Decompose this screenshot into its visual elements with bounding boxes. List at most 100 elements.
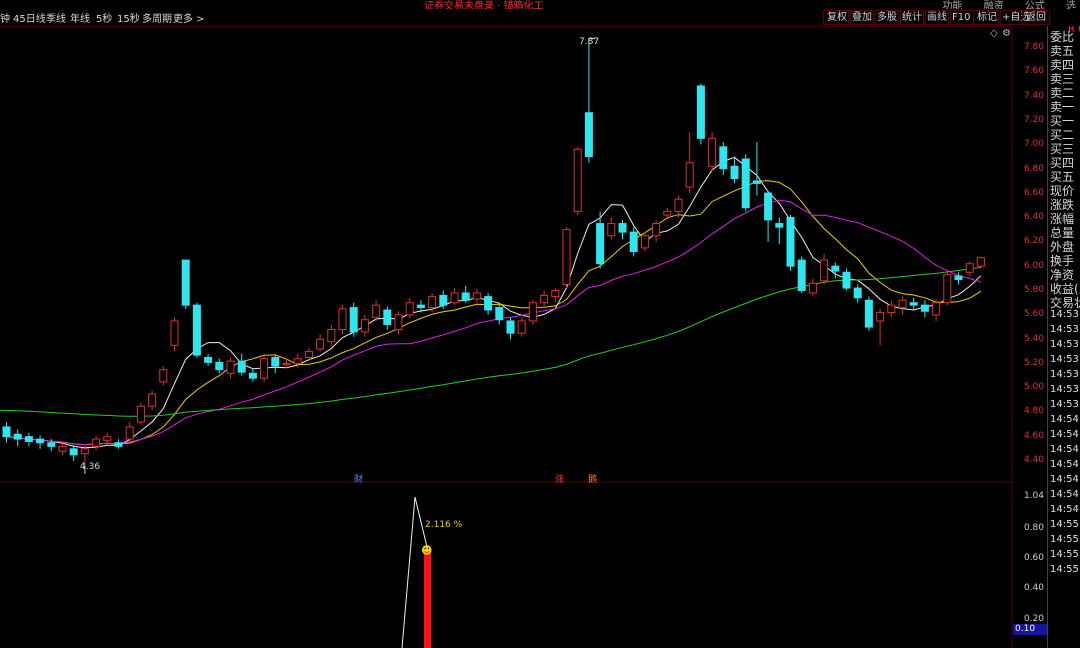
- candle-up: [573, 148, 582, 212]
- candle-down: [596, 223, 605, 265]
- period-more[interactable]: 更多 >: [173, 10, 205, 25]
- period-15s[interactable]: 15秒: [117, 10, 140, 25]
- candle-down: [920, 304, 929, 312]
- price-tick: 5.00: [1023, 382, 1044, 392]
- candle-down: [584, 112, 593, 158]
- candle-up: [528, 302, 537, 322]
- menu-item-margin[interactable]: 融资: [984, 1, 1004, 9]
- price-tick: 7.60: [1023, 66, 1044, 76]
- candle-up: [92, 438, 101, 447]
- indicator-tick: 0.40: [1023, 583, 1044, 593]
- indicator-tick: 0.80: [1023, 523, 1044, 533]
- candle-up: [898, 299, 907, 309]
- menu-item-select[interactable]: 选: [1066, 1, 1076, 9]
- price-tick: 6.80: [1023, 164, 1044, 174]
- event-up-marker[interactable]: 鹅: [588, 472, 597, 485]
- candle-down: [248, 372, 257, 379]
- period-year[interactable]: 年线: [70, 10, 90, 25]
- candle-up: [472, 292, 481, 300]
- trade-time: 14:53: [1050, 354, 1079, 365]
- candle-down: [741, 158, 750, 209]
- candle-up: [708, 137, 717, 167]
- candle-down: [215, 361, 224, 371]
- price-tick: 6.60: [1023, 188, 1044, 198]
- settings-icon[interactable]: ⚙: [1002, 28, 1011, 39]
- ma-long-line: [0, 266, 981, 417]
- candle-up: [820, 259, 829, 282]
- overlay-button[interactable]: 叠加: [848, 10, 876, 25]
- candle-up: [80, 448, 89, 455]
- period-quarter[interactable]: 季线: [46, 10, 66, 25]
- trade-time: 14:53: [1050, 309, 1079, 320]
- candle-down: [506, 320, 515, 334]
- smiley-icon: ☻: [421, 544, 433, 557]
- stats-button[interactable]: 统计: [898, 10, 926, 25]
- candles-layer: [2, 37, 985, 474]
- candle-down: [954, 275, 963, 281]
- candle-down: [204, 357, 213, 363]
- candle-up: [551, 290, 560, 298]
- menu-item-function[interactable]: 功能: [942, 1, 962, 9]
- candle-up: [517, 320, 526, 334]
- candle-up: [148, 393, 157, 407]
- indicator-bar: [424, 551, 431, 648]
- f10-button[interactable]: F10: [948, 10, 975, 25]
- candle-up: [405, 302, 414, 316]
- draw-line-button[interactable]: 画线: [923, 10, 951, 25]
- diamond-icon[interactable]: ◇: [990, 28, 998, 39]
- candle-down: [439, 294, 448, 306]
- event-rise-marker[interactable]: 涨: [555, 472, 564, 485]
- candle-down: [237, 360, 246, 373]
- trade-time: 14:54: [1050, 474, 1079, 485]
- candle-down: [864, 299, 873, 328]
- candle-up: [932, 302, 941, 316]
- candle-up: [428, 296, 437, 309]
- trade-time: 14:53: [1050, 384, 1079, 395]
- candle-up: [652, 223, 661, 237]
- candle-down: [114, 442, 123, 447]
- candle-up: [663, 210, 672, 216]
- multi-stock-button[interactable]: 多股: [873, 10, 901, 25]
- candlestick-chart[interactable]: ◇ ⚙: [0, 26, 1013, 648]
- candle-down: [786, 216, 795, 267]
- candle-up: [159, 369, 168, 383]
- indicator-tick: 0.20: [1023, 614, 1044, 624]
- trade-time: 14:54: [1050, 504, 1079, 515]
- candle-up: [943, 274, 952, 304]
- period-45day[interactable]: 45日线: [13, 10, 46, 25]
- price-tick: 5.20: [1023, 358, 1044, 368]
- candle-down: [629, 231, 638, 253]
- trade-time: 14:54: [1050, 444, 1079, 455]
- candle-down: [495, 307, 504, 321]
- candle-down: [13, 433, 22, 440]
- back-button[interactable]: 返回: [1022, 10, 1050, 25]
- top-menu[interactable]: 功能 融资 公式 选: [924, 0, 1076, 9]
- event-finance-marker[interactable]: 财: [354, 472, 363, 485]
- candle-up: [685, 162, 694, 188]
- chart-frame: [0, 26, 1013, 648]
- price-tick: 6.00: [1023, 261, 1044, 271]
- candle-up: [562, 229, 571, 285]
- candle-up: [674, 198, 683, 212]
- period-5s[interactable]: 5秒: [96, 10, 112, 25]
- candle-down: [192, 304, 201, 356]
- trade-time: 14:55: [1050, 564, 1079, 575]
- candle-down: [461, 292, 470, 301]
- candle-down: [696, 85, 705, 139]
- price-tick: 7.80: [1023, 42, 1044, 52]
- candle-up: [103, 436, 112, 441]
- quote-panel: R 00 委比 卖五 卖四 卖三 卖二 卖一 买一 买二 买三 买四 买五 现价…: [1047, 26, 1080, 648]
- adjust-button[interactable]: 复权: [823, 10, 851, 25]
- candle-down: [618, 223, 627, 233]
- candle-down: [2, 426, 11, 438]
- candle-down: [47, 442, 56, 447]
- candle-up: [876, 311, 885, 322]
- candle-up: [226, 360, 235, 374]
- menu-item-formula[interactable]: 公式: [1025, 1, 1045, 9]
- trade-time: 14:55: [1050, 519, 1079, 530]
- candle-up: [327, 328, 336, 343]
- mark-button[interactable]: 标记: [973, 10, 1001, 25]
- candle-down: [831, 265, 840, 272]
- period-multi[interactable]: 多周期: [142, 10, 172, 25]
- period-minute[interactable]: 钟: [0, 10, 10, 25]
